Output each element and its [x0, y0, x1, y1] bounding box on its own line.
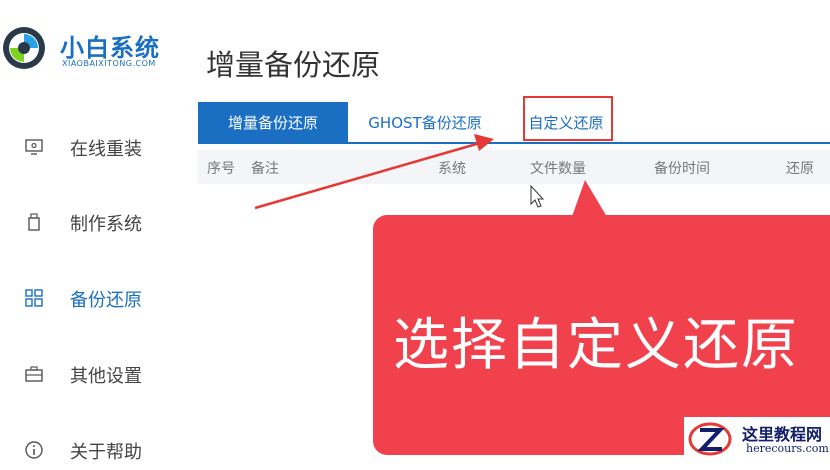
sidebar-item-label: 在线重装	[70, 139, 142, 160]
briefcase-icon	[25, 366, 43, 382]
sidebar-item-online-reinstall[interactable]: 在线重装	[0, 127, 180, 167]
brand-logo: 小白系统 XIAOBAIXITONG.COM	[2, 24, 172, 74]
tab-bar: 增量备份还原 GHOST备份还原 自定义还原	[198, 102, 830, 144]
sidebar-item-other-settings[interactable]: 其他设置	[0, 354, 180, 394]
sidebar-item-label: 其他设置	[70, 366, 142, 387]
sidebar-item-make-system[interactable]: 制作系统	[0, 202, 180, 242]
brand-domain: XIAOBAIXITONG.COM	[62, 59, 156, 68]
sidebar-item-label: 关于帮助	[70, 442, 142, 463]
sidebar-item-label: 制作系统	[70, 214, 142, 235]
table-header: 序号 备注 系统 文件数量 备份时间 还原	[198, 150, 830, 184]
page-title: 增量备份还原	[206, 48, 381, 82]
sidebar-item-backup-restore[interactable]: 备份还原	[0, 278, 180, 318]
tab-highlight-box	[523, 96, 613, 141]
sidebar-item-label: 备份还原	[70, 290, 142, 311]
sidebar: 小白系统 XIAOBAIXITONG.COM 在线重装 制作系统 备份还原 其他…	[0, 0, 180, 463]
column-header: 序号	[207, 161, 235, 177]
watermark-logo-icon	[688, 422, 732, 456]
sidebar-item-about-help[interactable]: 关于帮助	[0, 430, 180, 470]
mouse-cursor-icon	[530, 184, 545, 208]
column-header: 备份时间	[654, 161, 710, 177]
usb-icon	[28, 213, 40, 231]
column-header: 备注	[251, 161, 279, 177]
monitor-icon	[25, 139, 43, 155]
tab-incremental-backup[interactable]: 增量备份还原	[198, 102, 348, 142]
column-header: 系统	[438, 161, 466, 177]
info-icon	[25, 441, 43, 459]
brand-name: 小白系统	[60, 34, 160, 62]
column-header: 文件数量	[530, 161, 586, 177]
tab-ghost-backup[interactable]: GHOST备份还原	[350, 102, 500, 142]
watermark-url: herecours.com	[746, 442, 829, 455]
callout-text: 选择自定义还原	[393, 313, 799, 378]
logo-icon	[3, 27, 45, 69]
grid-icon	[25, 289, 43, 307]
column-header: 还原	[786, 161, 814, 177]
